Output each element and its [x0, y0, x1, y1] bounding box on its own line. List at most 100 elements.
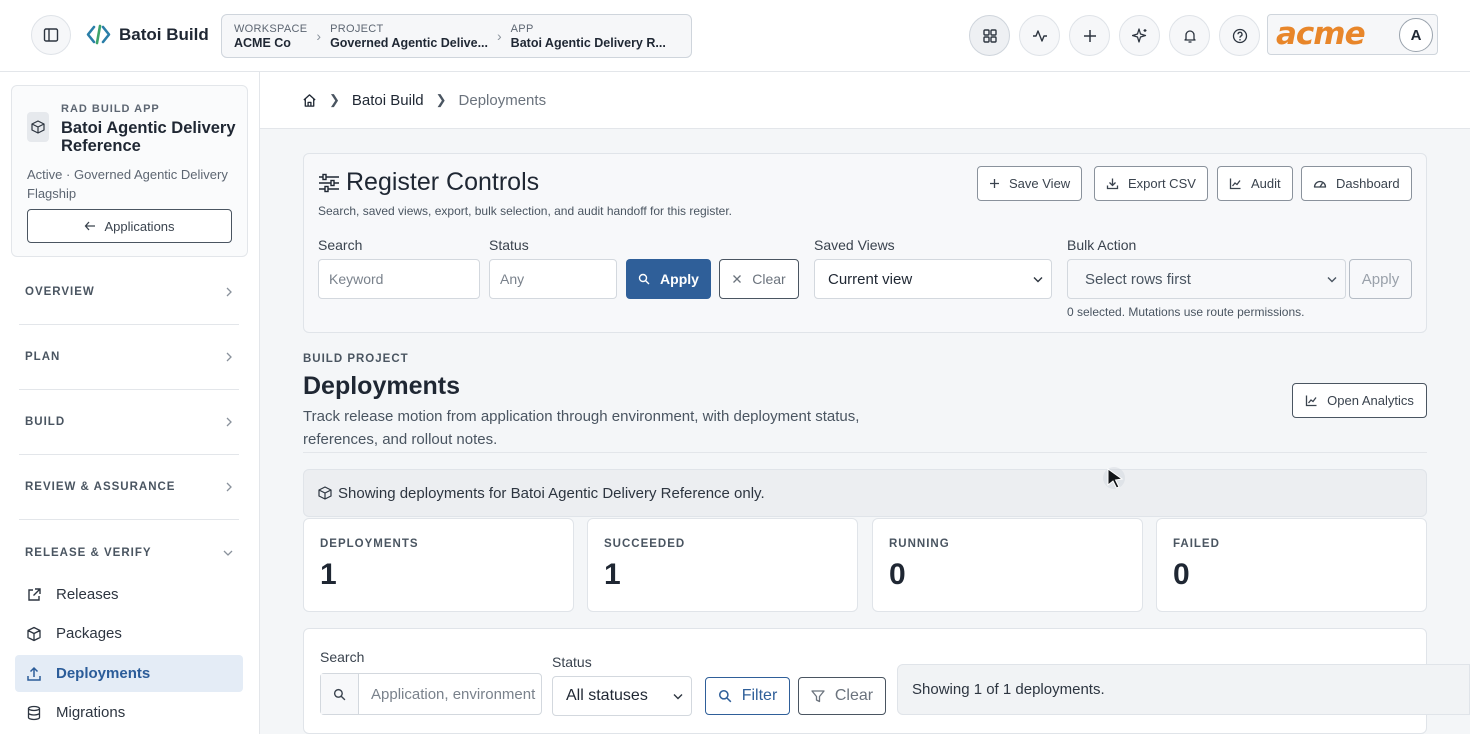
nav-section-overview[interactable]: OVERVIEW [19, 260, 239, 325]
saved-views-label: Saved Views [814, 237, 895, 253]
apps-grid-icon [982, 28, 997, 43]
apply-label: Apply [660, 271, 699, 287]
sidebar-item-label: Deployments [56, 665, 151, 682]
help-button[interactable] [1219, 15, 1260, 56]
package-icon [27, 626, 41, 641]
create-button[interactable] [1069, 15, 1110, 56]
status-input[interactable]: Any [489, 259, 617, 299]
app-cube-icon [27, 112, 49, 142]
breadcrumb-current: Deployments [458, 91, 547, 109]
clear-filters-button[interactable]: Clear [798, 677, 886, 715]
package-icon [318, 486, 332, 500]
panel-title: Register Controls [318, 168, 539, 197]
nav-section-label: OVERVIEW [25, 286, 95, 298]
crumb-app[interactable]: APP Batoi Agentic Delivery R... [511, 23, 666, 50]
sidebar-item-deployments[interactable]: Deployments [15, 655, 243, 692]
activity-button[interactable] [1019, 15, 1060, 56]
chevron-right-icon [226, 417, 232, 427]
ai-assist-button[interactable] [1119, 15, 1160, 56]
panel-title-text: Register Controls [346, 168, 540, 196]
save-view-button[interactable]: Save View [977, 166, 1083, 201]
nav-section-plan[interactable]: PLAN [19, 325, 239, 390]
status-label: Status [489, 237, 529, 253]
sidebar: RAD BUILD APP Batoi Agentic Delivery Ref… [0, 72, 260, 734]
save-view-label: Save View [1009, 176, 1071, 191]
crumb-workspace-label: WORKSPACE [234, 22, 308, 35]
crumb-project[interactable]: PROJECT Governed Agentic Delive... [330, 23, 488, 50]
sidebar-item-releases[interactable]: Releases [15, 576, 243, 613]
apply-button[interactable]: Apply [626, 259, 711, 299]
open-analytics-label: Open Analytics [1327, 393, 1414, 408]
nav-section-label: RELEASE & VERIFY [25, 546, 152, 559]
sliders-icon [319, 173, 339, 192]
nav-section-label: REVIEW & ASSURANCE [25, 481, 176, 493]
notifications-button[interactable] [1169, 15, 1210, 56]
org-switcher[interactable]: acme A [1267, 14, 1438, 55]
back-to-applications-button[interactable]: Applications [27, 209, 232, 243]
org-logo: acme [1276, 16, 1366, 52]
breadcrumb: ❯ Batoi Build ❯ Deployments [260, 72, 1470, 129]
filter-search-label: Search [320, 649, 365, 665]
line-chart-icon [1229, 178, 1241, 190]
dashboard-button[interactable]: Dashboard [1301, 166, 1412, 201]
main-content: ❯ Batoi Build ❯ Deployments Register Con… [260, 72, 1470, 734]
top-bar: Batoi Build WORKSPACE ACME Co › PROJECT … [0, 0, 1470, 72]
chevron-down-icon [1327, 276, 1337, 282]
audit-button[interactable]: Audit [1217, 166, 1293, 201]
bulk-apply-button[interactable]: Apply [1349, 259, 1412, 299]
register-controls-panel: Register Controls Search, saved views, e… [303, 153, 1427, 333]
results-count: Showing 1 of 1 deployments. [897, 664, 1470, 715]
saved-views-select[interactable]: Current view [814, 259, 1052, 299]
open-analytics-button[interactable]: Open Analytics [1292, 383, 1427, 418]
stat-label: DEPLOYMENTS [320, 538, 419, 550]
bulk-action-select[interactable]: Select rows first [1067, 259, 1346, 299]
section-kicker: BUILD PROJECT [303, 353, 409, 365]
breadcrumb-link[interactable]: Batoi Build [352, 92, 424, 109]
export-csv-button[interactable]: Export CSV [1094, 166, 1208, 201]
chevron-down-icon [1033, 276, 1043, 282]
app-kicker: RAD BUILD APP [61, 103, 160, 115]
nav-section-build[interactable]: BUILD [19, 390, 239, 455]
context-breadcrumb[interactable]: WORKSPACE ACME Co › PROJECT Governed Age… [221, 14, 692, 58]
brand[interactable]: Batoi Build [86, 22, 209, 47]
status-filter-select[interactable]: All statuses [552, 676, 692, 716]
external-link-icon [28, 587, 41, 601]
stat-card-running: RUNNING 0 [872, 518, 1143, 612]
saved-views-value: Current view [828, 270, 913, 288]
keyword-search-input[interactable]: Keyword [318, 259, 480, 299]
filter-label: Filter [741, 687, 778, 704]
upload-icon [27, 666, 41, 681]
sparkle-icon [1131, 27, 1146, 43]
apps-grid-button[interactable] [969, 15, 1010, 56]
arrow-left-icon [85, 221, 96, 231]
home-icon[interactable] [302, 93, 317, 108]
deployment-search-input[interactable]: Application, environment [320, 673, 542, 715]
scope-notice: Showing deployments for Batoi Agentic De… [303, 469, 1427, 517]
search-icon [718, 689, 732, 703]
line-chart-icon [1305, 395, 1317, 407]
clear-button[interactable]: Clear [719, 259, 799, 299]
stat-value: 1 [320, 558, 337, 591]
search-icon [638, 273, 650, 285]
crumb-project-label: PROJECT [330, 22, 384, 35]
stat-value: 1 [604, 558, 621, 591]
sidebar-item-migrations[interactable]: Migrations [15, 694, 243, 731]
sidebar-toggle-button[interactable] [31, 15, 71, 55]
avatar[interactable]: A [1399, 18, 1433, 52]
plus-icon [990, 179, 999, 188]
nav-section-label: BUILD [25, 416, 66, 428]
chevron-down-icon [223, 550, 233, 556]
filter-status-label: Status [552, 654, 592, 670]
database-icon [27, 705, 41, 720]
sidebar-item-packages[interactable]: Packages [15, 615, 243, 652]
stat-label: SUCCEEDED [604, 538, 686, 550]
help-icon [1232, 28, 1247, 43]
activity-icon [1032, 29, 1047, 42]
filter-button[interactable]: Filter [705, 677, 790, 715]
crumb-workspace[interactable]: WORKSPACE ACME Co [234, 23, 307, 50]
chevron-right-icon [226, 482, 232, 492]
bulk-action-value: Select rows first [1085, 270, 1191, 288]
stat-label: FAILED [1173, 538, 1220, 550]
nav-section-review-assurance[interactable]: REVIEW & ASSURANCE [19, 455, 239, 520]
chevron-right-icon: ❯ [329, 92, 340, 107]
